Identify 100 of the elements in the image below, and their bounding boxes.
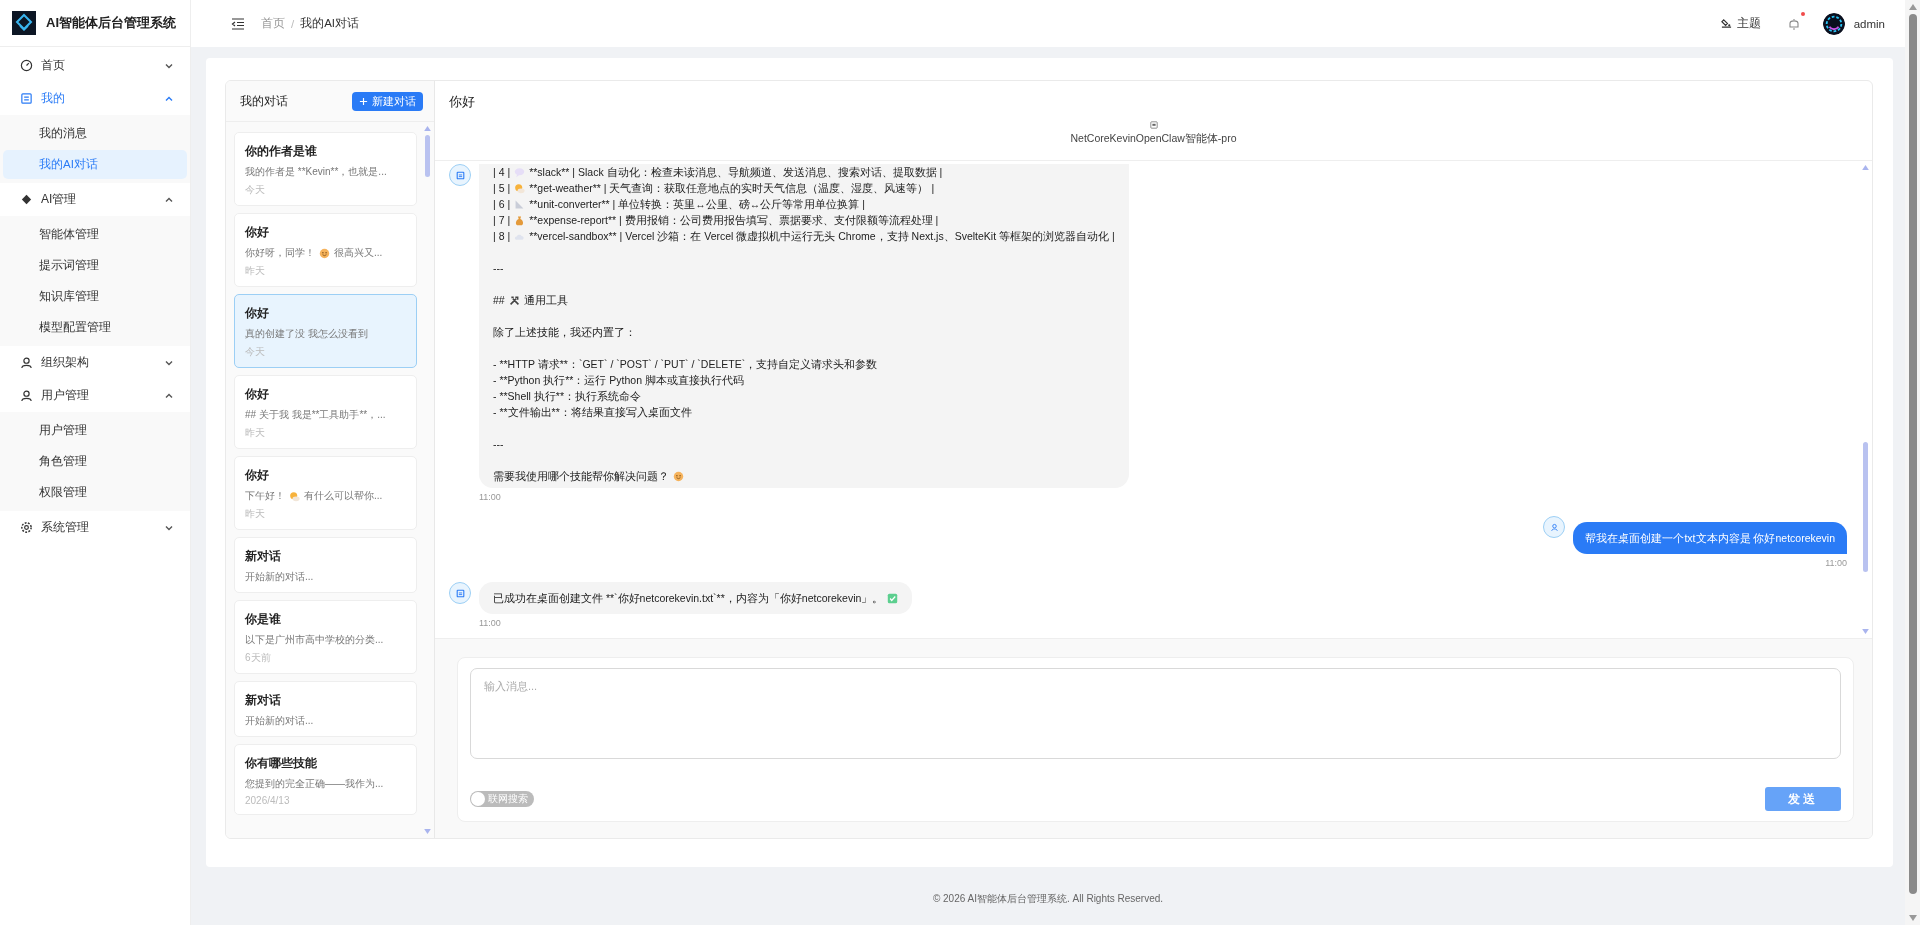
conversation-preview: ## 关于我 我是**工具助手**，... — [245, 408, 387, 422]
conversation-preview: 以下是广州市高中学校的分类... — [245, 633, 385, 647]
message-line: | 8 | **vercel-sandbox** | Vercel 沙箱：在 Vercel 微虚拟机中运行无头 Chrome，支持 Next.js、SvelteKit 等框架的浏览器自动化 | — [493, 229, 1115, 244]
check-box-icon — [887, 592, 899, 604]
conversation-title: 你好 — [245, 468, 270, 483]
smiley-icon — [319, 247, 330, 259]
smiley-icon — [673, 470, 684, 482]
menu-item[interactable]: 组织架构 — [0, 346, 190, 379]
message-line: 已成功在桌面创建文件 **`你好netcorekevin.txt`**，内容为「你好netcorekevin」。 — [493, 590, 899, 606]
money-bag-icon — [514, 214, 526, 226]
diamond-icon — [20, 193, 33, 206]
breadcrumb-separator: / — [291, 17, 295, 30]
logo-icon — [12, 11, 36, 35]
scrollbar-thumb[interactable] — [424, 135, 430, 177]
conversation-preview: 您提到的完全正确——我作为... — [245, 777, 385, 791]
conversation-item[interactable]: 你是谁 以下是广州市高中学校的分类... 6天前 — [234, 600, 417, 674]
message-line: | 4 | **slack** | Slack 自动化：检查未读消息、导航频道、发送消息、搜索对话、提取数据 | — [493, 165, 944, 180]
conversation-time: 2026/4/13 — [245, 795, 291, 806]
message-line: - **Python 执行**：运行 Python 脚本或直接执行代码 — [493, 373, 745, 388]
message-input[interactable]: 输入消息... — [470, 668, 1841, 759]
notification-bell-icon[interactable] — [1786, 16, 1801, 31]
user-icon — [20, 356, 33, 369]
panel-title: 我的对话 — [240, 92, 288, 110]
breadcrumb-link[interactable]: 我的AI对话 — [300, 16, 360, 31]
message-line: --- — [493, 261, 505, 276]
sun-icon — [514, 182, 526, 194]
user-avatar — [1543, 516, 1566, 538]
scrollbar-thumb[interactable] — [1908, 14, 1917, 894]
sun-icon — [289, 490, 300, 502]
message-line: --- — [493, 437, 505, 452]
message-line: | 6 | **unit-converter** | 单位转换：英里↔公里、磅↔公斤等常用单位换算 | — [493, 197, 866, 212]
message-line: | 7 | **expense-report** | 费用报销：公司费用报告填写、票据要求、支付限额等流程处理 | — [493, 213, 940, 228]
submenu-item[interactable]: 权限管理 — [3, 478, 187, 507]
message-line: - **文件输出**：将结果直接写入桌面文件 — [493, 405, 693, 420]
conversation-item[interactable]: 新对话 开始新的对话... — [234, 681, 417, 737]
agent-name: NetCoreKevinOpenClaw智能体-pro — [1070, 132, 1237, 146]
submenu-item[interactable]: 用户管理 — [3, 416, 187, 445]
tools-icon — [508, 294, 520, 306]
conversation-item[interactable]: 你有哪些技能 您提到的完全正确——我作为... 2026/4/13 — [234, 744, 417, 815]
submenu-item[interactable]: 角色管理 — [3, 447, 187, 476]
conversation-title: 你的作者是谁 — [245, 144, 318, 159]
scroll-up-icon[interactable] — [1861, 165, 1869, 170]
username[interactable]: admin — [1853, 17, 1885, 30]
document-icon — [20, 92, 33, 105]
menu-item[interactable]: 系统管理 — [0, 511, 190, 544]
conversation-time: 6天前 — [245, 651, 272, 665]
user-message: 帮我在桌面创建一个txt文本内容是 你好netcorekevin — [1573, 522, 1847, 554]
menu-fold-icon[interactable] — [231, 16, 245, 31]
conversation-title: 你是谁 — [245, 612, 282, 627]
message-line: - **HTTP 请求**：`GET` / `POST` / `PUT` / `DELETE`，支持自定义请求头和参数 — [493, 357, 879, 372]
message-line: 除了上述技能，我还内置了： — [493, 325, 637, 340]
conversation-preview: 你好呀，同学！ 很高兴又... — [245, 246, 384, 260]
conversation-title: 你好 — [245, 387, 270, 402]
menu-item[interactable]: 我的 — [0, 82, 190, 115]
conversation-title: 新对话 — [245, 693, 282, 708]
ruler-icon — [514, 198, 526, 210]
submenu-item[interactable]: 智能体管理 — [3, 220, 187, 249]
message-line: 需要我使用哪个技能帮你解决问题？ — [493, 468, 1115, 484]
message-line: | 5 | **get-weather** | 天气查询：获取任意地点的实时天气信息（温度、湿度、风速等） | — [493, 181, 936, 196]
submenu-item[interactable]: 我的消息 — [3, 119, 187, 148]
page-scrollbar[interactable] — [1905, 0, 1920, 925]
submenu-item[interactable]: 我的AI对话 — [3, 150, 187, 179]
conversation-preview: 下午好！ 有什么可以帮你... — [245, 489, 384, 503]
new-chat-button[interactable]: 新建对话 — [352, 91, 423, 111]
menu-item[interactable]: 用户管理 — [0, 379, 190, 412]
conversation-title: 你好 — [245, 306, 270, 321]
menu-item[interactable]: AI管理 — [0, 183, 190, 216]
bot-avatar — [449, 164, 471, 186]
conversation-preview: 我的作者是 **Kevin**，也就是... — [245, 165, 388, 179]
theme-button[interactable]: 主题 — [1718, 14, 1763, 33]
conversation-item[interactable]: 新对话 开始新的对话... — [234, 537, 417, 593]
scroll-up-icon[interactable] — [423, 126, 431, 131]
scroll-down-icon[interactable] — [1861, 629, 1869, 634]
chat-title: 你好 — [449, 93, 476, 111]
message-line: ## 通用工具 — [493, 293, 569, 308]
menu-item[interactable]: 首页 — [0, 49, 190, 82]
submenu-item[interactable]: 知识库管理 — [3, 282, 187, 311]
gauge-icon — [20, 59, 33, 72]
conversation-time: 今天 — [245, 183, 266, 197]
submenu-item[interactable]: 模型配置管理 — [3, 313, 187, 342]
scroll-down-icon[interactable] — [423, 829, 431, 834]
plus-icon — [359, 96, 368, 106]
paint-bucket-icon — [1720, 18, 1732, 29]
conversation-preview: 开始新的对话... — [245, 714, 315, 728]
conversation-preview: 真的创建了没 我怎么没看到 — [245, 327, 369, 341]
conversation-preview: 开始新的对话... — [245, 570, 315, 584]
message-line: - **Shell 执行**：执行系统命令 — [493, 389, 643, 404]
avatar-icon[interactable] — [1822, 12, 1845, 35]
submenu-item[interactable]: 提示词管理 — [3, 251, 187, 280]
conversation-item[interactable]: 你的作者是谁 我的作者是 **Kevin**，也就是... 今天 — [234, 132, 417, 206]
scroll-up-icon[interactable] — [1908, 4, 1917, 10]
app-title: AI智能体后台管理系统 — [46, 14, 176, 32]
settings-icon — [20, 521, 33, 534]
user-icon — [20, 389, 33, 402]
scroll-down-icon[interactable] — [1908, 915, 1917, 921]
conversation-item[interactable]: 你好 真的创建了没 我怎么没看到 今天 — [234, 294, 417, 368]
message-time: 11:00 — [479, 618, 502, 628]
scrollbar-thumb[interactable] — [1862, 442, 1868, 572]
conversation-title: 新对话 — [245, 549, 282, 564]
message-time: 11:00 — [1825, 558, 1847, 568]
